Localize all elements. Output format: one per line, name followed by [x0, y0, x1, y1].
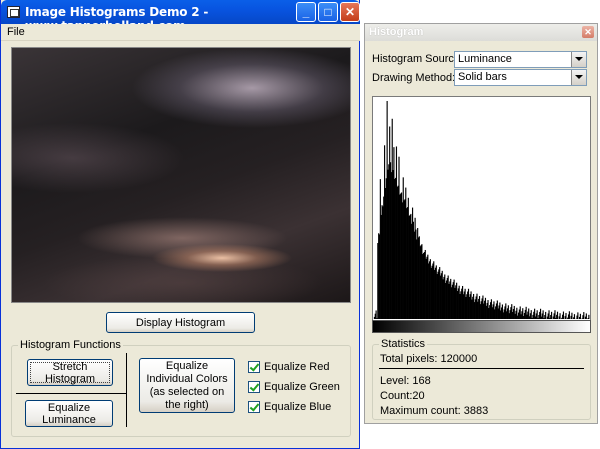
source-image [11, 47, 351, 303]
histogram-bar [548, 310, 550, 319]
drawing-method-select[interactable]: Solid bars [454, 69, 587, 86]
luminance-gradient-bar [372, 320, 591, 333]
histogram-bar [536, 310, 538, 319]
equalize-green-label: Equalize Green [264, 381, 340, 393]
histogram-bar [556, 311, 559, 319]
menu-bar: File [1, 24, 360, 41]
histogram-bar [585, 313, 587, 319]
histogram-close-button[interactable]: ✕ [582, 26, 594, 38]
statistics-group: Statistics Total pixels: 120000 Level: 1… [372, 338, 591, 420]
equalize-green-checkbox[interactable] [248, 381, 260, 393]
equalize-red-checkbox[interactable] [248, 361, 260, 373]
histogram-canvas[interactable] [372, 96, 591, 332]
statistics-label: Statistics [379, 338, 428, 350]
histogram-bar [565, 312, 567, 319]
equalize-luminance-button[interactable]: Equalize Luminance [25, 400, 113, 427]
histogram-window-title: Histogram [369, 26, 424, 38]
count-text: Count:20 [380, 390, 425, 402]
equalize-red-label: Equalize Red [264, 361, 330, 373]
histogram-title-bar[interactable]: Histogram ✕ [365, 24, 597, 41]
minimize-button[interactable]: _ [296, 2, 316, 22]
drawing-method-value: Solid bars [458, 71, 507, 83]
app-window-icon [7, 6, 20, 18]
histogram-bar [559, 313, 561, 319]
divider-horizontal [16, 393, 126, 394]
histogram-bar [568, 311, 570, 319]
level-text: Level: 168 [380, 375, 431, 387]
equalize-blue-checkbox[interactable] [248, 401, 260, 413]
histogram-bar [545, 311, 547, 319]
main-title-bar[interactable]: Image Histograms Demo 2 - www.tannerhell… [1, 0, 360, 33]
histogram-bar [579, 313, 581, 319]
divider-vertical [126, 353, 127, 427]
histogram-bar [554, 310, 556, 319]
maximum-count-text: Maximum count: 3883 [380, 405, 489, 417]
histogram-bar [588, 314, 590, 319]
histogram-source-label: Histogram Source: [372, 53, 464, 65]
histogram-bar [530, 310, 532, 319]
histogram-bar [577, 312, 579, 319]
drawing-method-label: Drawing Method: [372, 72, 456, 84]
histogram-bars [373, 101, 590, 319]
total-pixels-text: Total pixels: 120000 [380, 353, 478, 365]
histogram-bar [571, 312, 573, 319]
display-histogram-button[interactable]: Display Histogram [106, 312, 255, 333]
histogram-bar [542, 310, 544, 319]
histogram-functions-label: Histogram Functions [18, 339, 123, 351]
main-window: Image Histograms Demo 2 - www.tannerhell… [0, 0, 360, 449]
chevron-down-icon[interactable] [571, 70, 586, 85]
close-button[interactable]: ✕ [340, 2, 360, 22]
statistics-divider [379, 368, 584, 369]
histogram-bar [573, 314, 576, 319]
stretch-histogram-button[interactable]: Stretch Histogram [27, 359, 113, 386]
histogram-bar [562, 311, 565, 319]
histogram-bar [551, 311, 553, 319]
equalize-blue-label: Equalize Blue [264, 401, 332, 413]
chevron-down-icon[interactable] [571, 52, 586, 67]
histogram-source-select[interactable]: Luminance [454, 51, 587, 68]
equalize-individual-colors-button[interactable]: Equalize Individual Colors (as selected … [139, 358, 235, 413]
histogram-window: Histogram ✕ Histogram Source: Luminance … [364, 23, 598, 424]
histogram-bar [375, 310, 377, 319]
maximize-button[interactable]: □ [318, 2, 338, 22]
menu-file[interactable]: File [7, 26, 25, 38]
histogram-bar [583, 312, 585, 319]
histogram-source-value: Luminance [458, 53, 512, 65]
